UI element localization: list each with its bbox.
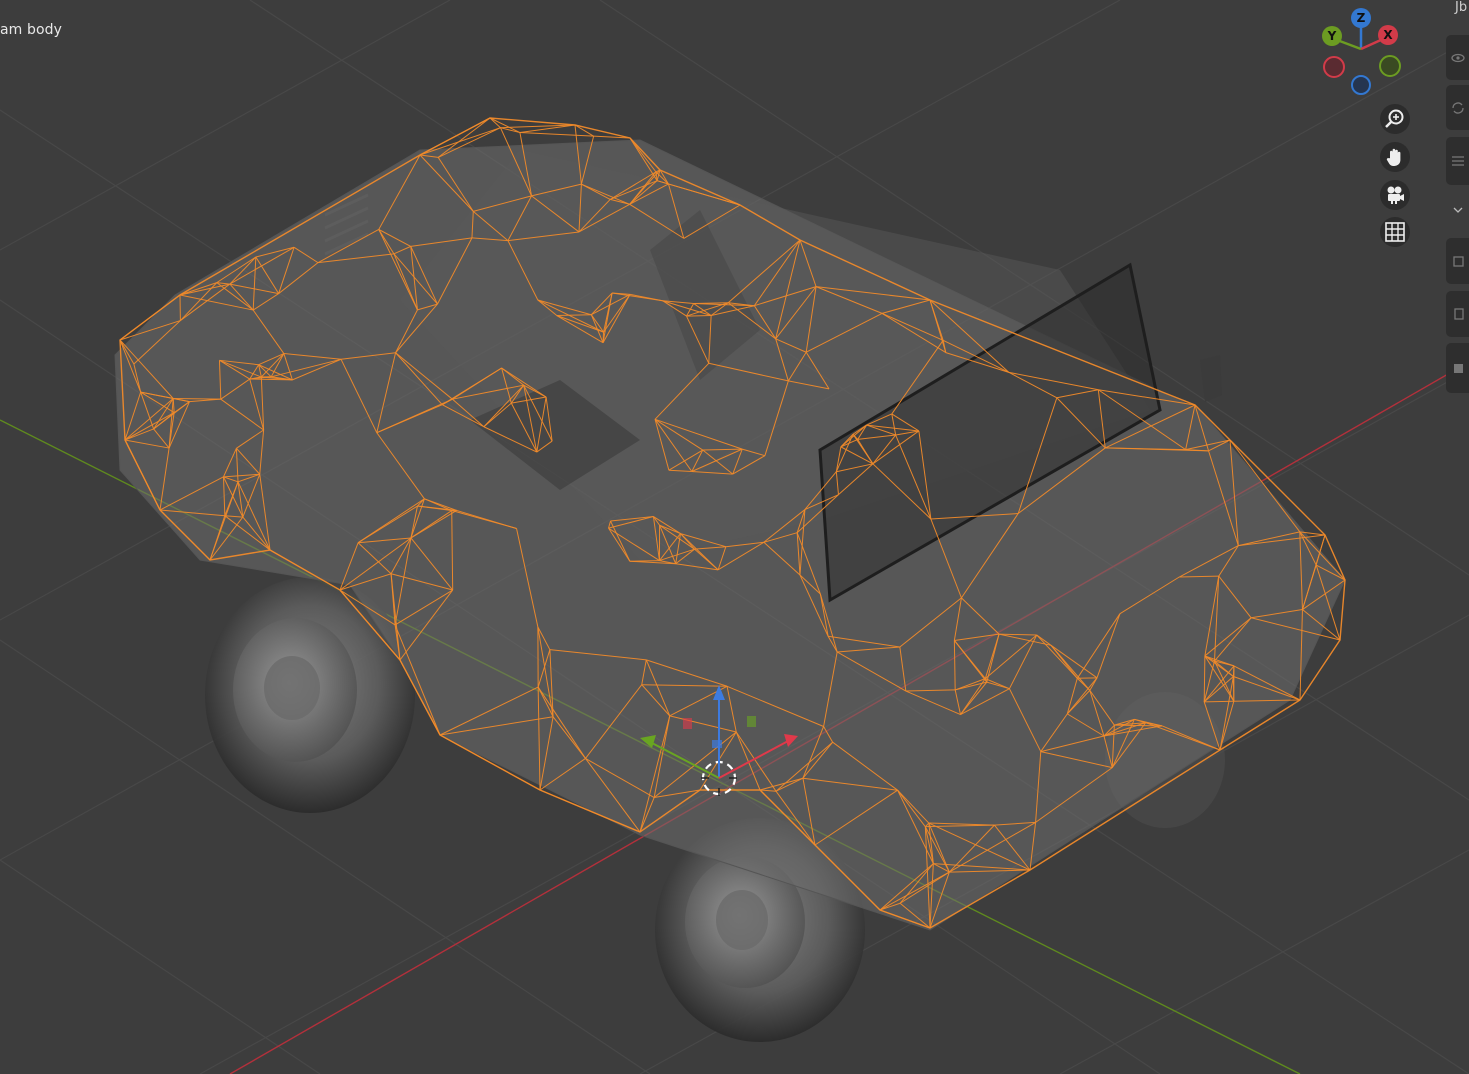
copy-icon — [1453, 308, 1464, 320]
x-axis-letter: X — [1383, 28, 1393, 42]
navigation-gizmo[interactable]: Z X Y — [1310, 0, 1430, 100]
hand-pan-icon — [1386, 148, 1401, 166]
camera-view-button[interactable] — [1380, 180, 1410, 210]
toggle-projection-button[interactable] — [1380, 217, 1410, 247]
sidebar-tab-5[interactable] — [1446, 291, 1469, 337]
sidebar-tab-2[interactable] — [1446, 85, 1469, 130]
wireframe-edge — [1204, 700, 1234, 703]
wireframe-edge — [602, 332, 605, 343]
properties-sidebar-strip — [1434, 0, 1469, 1074]
grid-icon — [1385, 222, 1405, 242]
zoom-button[interactable] — [1380, 104, 1410, 134]
sidebar-tab-1[interactable] — [1446, 35, 1469, 80]
refresh-icon — [1451, 101, 1464, 114]
viewport-scene[interactable] — [0, 0, 1469, 1074]
wireframe-edge — [500, 127, 521, 134]
chevron-down-icon — [1453, 207, 1462, 213]
object-icon — [1452, 256, 1464, 267]
camera-icon — [1387, 186, 1404, 204]
negative-x-handle[interactable] — [1323, 56, 1345, 78]
eye-icon — [1450, 53, 1465, 62]
pan-button[interactable] — [1380, 142, 1410, 172]
zoom-icon — [1385, 109, 1404, 128]
3d-viewport[interactable]: am body Z X Y Jb — [0, 0, 1469, 1074]
sidebar-tab-label: Jb — [1455, 0, 1468, 15]
negative-y-handle[interactable] — [1379, 55, 1401, 77]
sidebar-expand-toggle[interactable] — [1446, 195, 1469, 225]
wireframe-edge — [173, 397, 221, 400]
sidebar-tab-4[interactable] — [1446, 238, 1469, 284]
object-name-label: am body — [0, 22, 62, 38]
menu-lines-icon — [1451, 156, 1464, 166]
wireframe-edge — [519, 132, 594, 137]
sidebar-tab-3[interactable] — [1446, 137, 1469, 185]
material-icon — [1453, 364, 1463, 373]
z-axis-letter: Z — [1357, 11, 1366, 25]
wireframe-edge — [686, 315, 712, 317]
wireframe-edge — [1203, 655, 1206, 702]
negative-z-handle[interactable] — [1351, 75, 1371, 95]
sidebar-tab-6[interactable] — [1446, 343, 1469, 393]
y-axis-letter: Y — [1327, 29, 1337, 43]
